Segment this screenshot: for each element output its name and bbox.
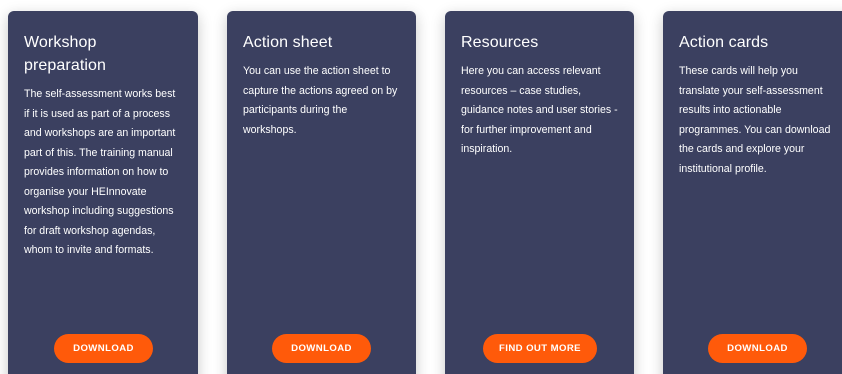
card-title: Action cards [679,34,769,51]
find-out-more-button[interactable]: FIND OUT MORE [483,334,597,363]
download-button[interactable]: DOWNLOAD [54,334,153,363]
card-title: Workshop preparation [24,34,107,74]
card-title: Resources [461,34,539,51]
card-workshop-preparation: Workshop preparation The self-assessment… [8,11,198,374]
download-button[interactable]: DOWNLOAD [708,334,807,363]
card-action-sheet: Action sheet You can use the action shee… [227,11,416,374]
download-button[interactable]: DOWNLOAD [272,334,371,363]
card-resources: Resources Here you can access relevant r… [445,11,634,374]
card-action-cards: Action cards These cards will help you t… [663,11,842,374]
card-description: You can use the action sheet to capture … [243,65,398,136]
card-title: Action sheet [243,34,333,51]
card-description: These cards will help you translate your… [679,65,831,175]
card-description: The self-assessment works best if it is … [24,88,176,256]
resource-cards: Workshop preparation The self-assessment… [0,0,842,374]
card-description: Here you can access relevant resources –… [461,65,618,155]
